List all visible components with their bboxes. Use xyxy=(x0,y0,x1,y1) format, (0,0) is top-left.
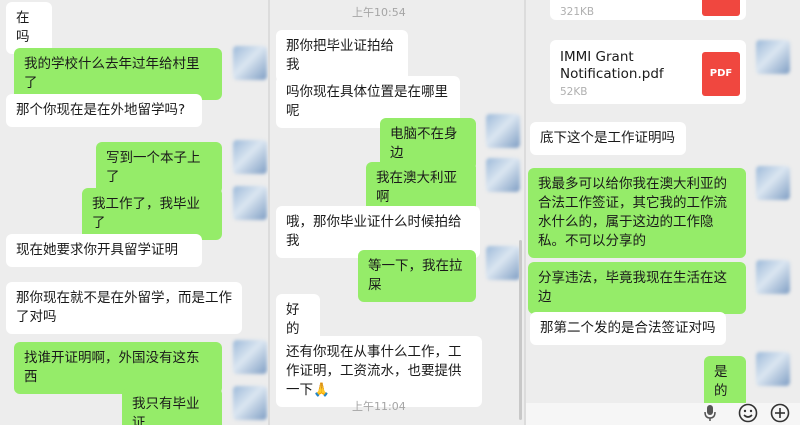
message-bubble[interactable]: 找谁开证明啊，外国没有这东西 xyxy=(14,342,222,394)
message-bubble[interactable]: 那第二个发的是合法签证对吗 xyxy=(530,312,726,345)
message-bubble[interactable]: 我只有毕业证 xyxy=(122,388,222,425)
avatar[interactable] xyxy=(756,40,790,74)
file-size: 52KB xyxy=(560,86,588,98)
message-bubble[interactable]: 底下这个是工作证明吗 xyxy=(530,122,686,155)
chat-panel-middle: 上午10:54 那你把毕业证拍给我 吗你现在具体位置是在哪里呢 电脑不在身边 我… xyxy=(270,0,524,425)
chat-panel-left: 在吗 我的学校什么去年过年给村里了 那个你现在是在外地留学吗? 写到一个本子上了… xyxy=(0,0,268,425)
avatar[interactable] xyxy=(756,260,790,294)
avatar[interactable] xyxy=(233,140,267,174)
message-bubble[interactable]: 是的 xyxy=(704,356,746,408)
plus-circle-icon[interactable] xyxy=(770,403,790,425)
message-bubble[interactable]: 分享违法，毕竟我现在生活在这边 xyxy=(528,262,746,314)
avatar[interactable] xyxy=(756,166,790,200)
file-card[interactable]: IMMI Grant Notification.pdf 52KB PDF xyxy=(550,40,746,104)
microphone-icon[interactable] xyxy=(704,405,716,425)
message-bubble[interactable]: 还有你现在从事什么工作，工作证明，工资流水，也要提供一下🙏 xyxy=(276,336,482,407)
file-size: 321KB xyxy=(560,6,595,18)
avatar[interactable] xyxy=(233,186,267,220)
avatar[interactable] xyxy=(486,158,520,192)
pdf-file-icon: PDF xyxy=(702,52,740,96)
avatar[interactable] xyxy=(486,114,520,148)
timestamp: 上午10:54 xyxy=(352,6,406,19)
message-bubble[interactable]: 写到一个本子上了 xyxy=(96,142,222,194)
message-bubble[interactable]: 那你现在就不是在外留学，而是工作了对吗 xyxy=(6,282,242,334)
message-bubble[interactable]: 我的学校什么去年过年给村里了 xyxy=(14,48,222,100)
avatar[interactable] xyxy=(756,352,790,386)
message-bubble[interactable]: 现在她要求你开具留学证明 xyxy=(6,234,202,267)
message-bubble[interactable]: 我工作了，我毕业了 xyxy=(82,188,222,240)
file-card[interactable]: 321KB PDF xyxy=(550,0,746,20)
smiley-icon[interactable] xyxy=(738,403,758,425)
chat-panel-right: 321KB PDF IMMI Grant Notification.pdf 52… xyxy=(526,0,800,425)
avatar[interactable] xyxy=(486,246,520,280)
scrollbar[interactable] xyxy=(519,240,522,420)
avatar[interactable] xyxy=(233,46,267,80)
message-bubble[interactable]: 等一下，我在拉屎 xyxy=(358,250,476,302)
avatar[interactable] xyxy=(233,386,267,420)
message-bubble[interactable]: 在吗 xyxy=(6,2,52,54)
timestamp: 上午11:04 xyxy=(352,400,406,413)
file-name: IMMI Grant Notification.pdf xyxy=(560,49,664,82)
message-bubble[interactable]: 那你把毕业证拍给我 xyxy=(276,30,408,82)
avatar[interactable] xyxy=(233,340,267,374)
input-toolbar xyxy=(526,403,800,425)
pdf-file-icon: PDF xyxy=(702,0,740,16)
message-bubble[interactable]: 那个你现在是在外地留学吗? xyxy=(6,94,202,127)
message-bubble[interactable]: 我最多可以给你我在澳大利亚的合法工作签证，其它我的工作流水什么的，属于这边的工作… xyxy=(528,168,746,258)
